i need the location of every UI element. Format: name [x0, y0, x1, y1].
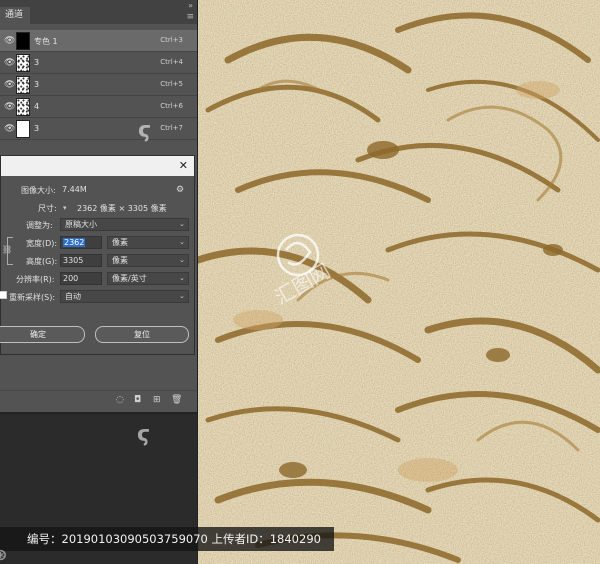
panel-tab-bar: 通道 » ≡: [0, 0, 197, 24]
channel-row[interactable]: 👁 3 Ctrl+5: [0, 74, 197, 96]
left-panel-area: 通道 » ≡ 👁 专色 1 Ctrl+3 👁 3 Ctrl+4 👁 3 Ctrl…: [0, 0, 197, 564]
footer-info-bar: 编号：20190103090503759070 上传者ID：1840290: [0, 527, 334, 551]
height-value: 3305: [63, 256, 84, 265]
channel-shortcut: Ctrl+5: [160, 80, 183, 88]
gear-icon[interactable]: ⚙: [176, 185, 184, 195]
channel-row[interactable]: 👁 4 Ctrl+6: [0, 96, 197, 118]
image-size-label: 图像大小:: [21, 186, 56, 195]
height-input[interactable]: 3305: [60, 254, 102, 267]
document-canvas[interactable]: 汇图网: [197, 0, 600, 564]
resample-select[interactable]: 自动 ⌄: [60, 290, 189, 303]
channel-name: 专色 1: [34, 37, 58, 46]
link-icon[interactable]: ⛓: [2, 245, 12, 254]
dimensions-value: 2362 像素 × 3305 像素: [77, 204, 167, 213]
dimensions-label: 尺寸:: [38, 204, 57, 213]
channel-name: 3: [34, 80, 40, 89]
channel-thumbnail: [16, 98, 30, 116]
eye-icon[interactable]: 👁: [4, 80, 15, 90]
eye-icon[interactable]: 👁: [4, 36, 15, 46]
channels-panel: 通道 » ≡ 👁 专色 1 Ctrl+3 👁 3 Ctrl+4 👁 3 Ctrl…: [0, 0, 197, 155]
resample-label: 重新采样(S):: [9, 293, 56, 302]
collapse-icon[interactable]: »: [188, 1, 193, 10]
channel-shortcut: Ctrl+3: [160, 36, 183, 44]
chevron-down-icon: ⌄: [179, 256, 185, 264]
resolution-input[interactable]: 200: [60, 272, 102, 285]
width-label: 宽度(D):: [26, 239, 58, 248]
watermark-logo-icon: ⊛: [0, 545, 8, 564]
channel-shortcut: Ctrl+6: [160, 102, 183, 110]
chevron-down-icon: ⌄: [179, 238, 185, 246]
image-size-dialog: ✕ 图像大小: 7.44M ⚙ 尺寸: ▾ 2362 像素 × 3305 像素 …: [0, 155, 195, 355]
image-size-value: 7.44M: [62, 185, 87, 194]
eye-icon[interactable]: 👁: [4, 102, 15, 112]
eye-icon[interactable]: 👁: [4, 58, 15, 68]
channel-name: 3: [34, 58, 40, 67]
resolution-value: 200: [63, 274, 79, 283]
dialog-titlebar: ✕: [1, 156, 194, 176]
channel-thumbnail: [16, 120, 30, 138]
fit-to-label: 调整为:: [26, 221, 53, 230]
channel-row[interactable]: 👁 3 Ctrl+4: [0, 52, 197, 74]
watermark-logo-icon: ϛ: [137, 422, 151, 447]
channel-name: 3: [34, 124, 40, 133]
channel-name: 4: [34, 102, 40, 111]
chevron-down-icon: ⌄: [179, 292, 185, 300]
resample-value: 自动: [65, 292, 81, 301]
channel-row[interactable]: 👁 专色 1 Ctrl+3: [0, 30, 197, 52]
chevron-down-icon: ⌄: [179, 274, 185, 282]
ok-button[interactable]: 确定: [0, 326, 85, 343]
save-selection-icon[interactable]: ◘: [134, 395, 141, 405]
height-label: 高度(G):: [26, 257, 58, 266]
channel-thumbnail: [16, 76, 30, 94]
new-channel-icon[interactable]: ⊞: [153, 395, 161, 405]
fit-to-value: 原稿大小: [65, 220, 97, 229]
channel-shortcut: Ctrl+7: [160, 124, 183, 132]
resolution-label: 分辨率(R):: [16, 275, 55, 284]
close-icon[interactable]: ✕: [179, 159, 188, 172]
load-selection-icon[interactable]: ◌: [116, 395, 124, 405]
width-unit-select[interactable]: 像素 ⌄: [107, 236, 189, 249]
tab-channels[interactable]: 通道: [0, 7, 30, 24]
eye-icon[interactable]: 👁: [4, 124, 15, 134]
height-unit-select[interactable]: 像素 ⌄: [107, 254, 189, 267]
height-unit: 像素: [112, 256, 128, 265]
footer-info-text: 编号：20190103090503759070 上传者ID：1840290: [27, 532, 321, 546]
watermark-logo-icon: ϛ: [138, 118, 152, 143]
reset-button[interactable]: 复位: [95, 326, 189, 343]
channel-row[interactable]: 👁 3 Ctrl+7: [0, 118, 197, 140]
chevron-down-icon[interactable]: ▾: [63, 204, 67, 212]
delete-icon[interactable]: 🗑: [171, 395, 182, 405]
channel-shortcut: Ctrl+4: [160, 58, 183, 66]
resolution-unit-select[interactable]: 像素/英寸 ⌄: [107, 272, 189, 285]
panel-menu-icon[interactable]: ≡: [186, 12, 194, 22]
resolution-unit: 像素/英寸: [112, 274, 147, 283]
fit-to-select[interactable]: 原稿大小 ⌄: [60, 218, 189, 231]
width-input[interactable]: 2362: [60, 236, 102, 249]
chevron-down-icon: ⌄: [179, 220, 185, 228]
width-unit: 像素: [112, 238, 128, 247]
width-value: 2362: [63, 238, 86, 247]
channel-thumbnail: [16, 32, 30, 50]
channel-thumbnail: [16, 54, 30, 72]
channels-toolbar: ◌ ◘ ⊞ 🗑: [0, 390, 197, 412]
texture-pattern: 汇图网: [198, 0, 600, 564]
resample-checkbox[interactable]: [0, 291, 7, 299]
